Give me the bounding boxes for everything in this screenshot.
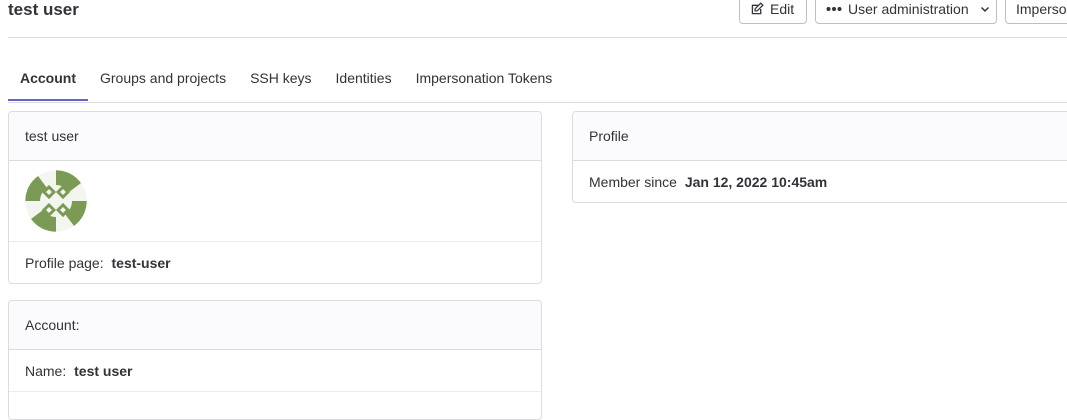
edit-button-label: Edit: [770, 1, 795, 17]
profile-card-title: Profile: [573, 112, 1067, 161]
profile-page-link[interactable]: test-user: [112, 255, 171, 271]
tab-account[interactable]: Account: [8, 56, 88, 101]
avatar-row: [9, 161, 541, 242]
name-value: test user: [74, 363, 133, 379]
avatar: [25, 170, 87, 232]
name-label: Name:: [25, 363, 67, 379]
impersonate-button-label: Imperso: [1016, 1, 1067, 17]
tab-impersonation-tokens[interactable]: Impersonation Tokens: [404, 56, 565, 101]
user-administration-dropdown[interactable]: User administration: [815, 0, 997, 24]
impersonate-button[interactable]: Imperso: [1005, 0, 1067, 24]
tab-ssh-keys[interactable]: SSH keys: [238, 56, 323, 101]
edit-icon: [750, 2, 764, 16]
profile-page-row: Profile page: test-user: [9, 242, 541, 283]
header-divider: [8, 37, 1067, 38]
page-title: test user: [8, 0, 79, 19]
member-since-label: Member since: [589, 174, 677, 190]
profile-page-label: Profile page:: [25, 255, 104, 271]
account-card: Account: Name: test user: [8, 300, 542, 420]
user-profile-card: test user Profile page: test-user: [8, 111, 542, 284]
profile-card: Profile Member since Jan 12, 2022 10:45a…: [572, 111, 1067, 203]
name-row: Name: test user: [9, 350, 541, 392]
user-profile-card-title: test user: [9, 112, 541, 161]
account-card-title: Account:: [9, 301, 541, 350]
member-since-value: Jan 12, 2022 10:45am: [684, 174, 828, 190]
user-administration-label: User administration: [848, 1, 969, 17]
chevron-down-icon: [979, 3, 991, 15]
member-since-row: Member since Jan 12, 2022 10:45am: [573, 161, 1067, 202]
account-row-blank: [9, 392, 541, 419]
user-tabs: Account Groups and projects SSH keys Ide…: [8, 56, 1067, 103]
ellipsis-icon: [826, 6, 842, 12]
tab-identities[interactable]: Identities: [324, 56, 404, 101]
edit-button[interactable]: Edit: [739, 0, 807, 24]
tab-groups-and-projects[interactable]: Groups and projects: [88, 56, 238, 101]
